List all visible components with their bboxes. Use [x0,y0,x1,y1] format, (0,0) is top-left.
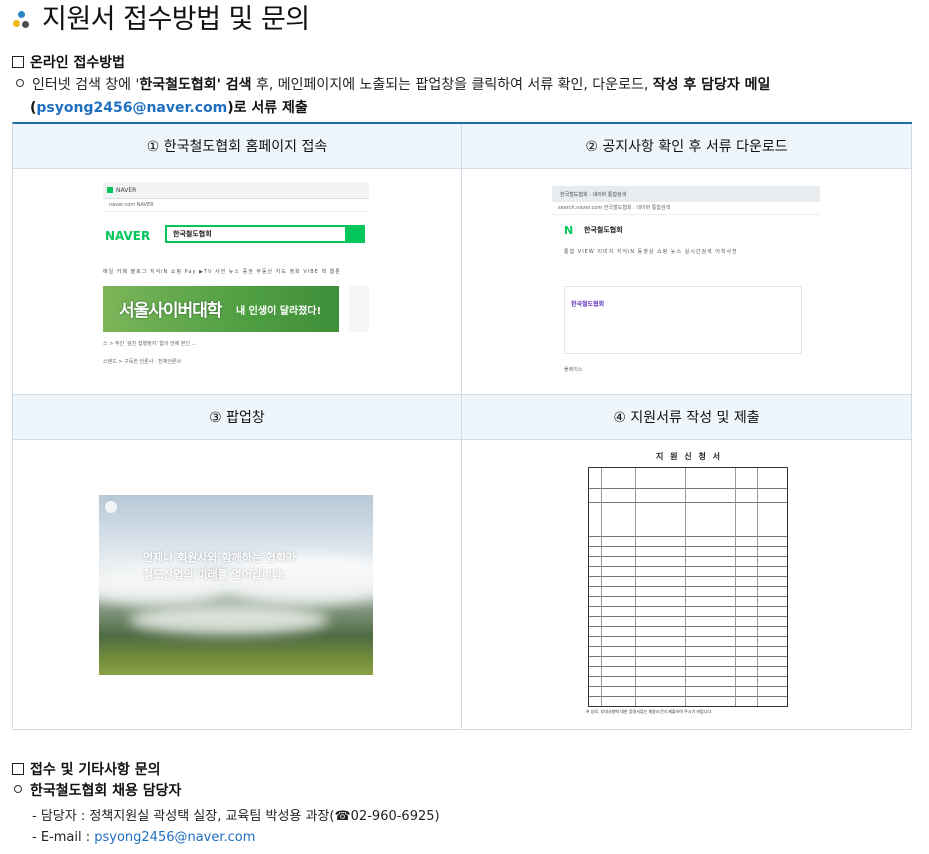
online-heading: 온라인 접수방법 [12,52,125,72]
title-bullet-icon [12,10,32,30]
result-card: 한국철도협회 [564,286,802,354]
search-tabs: 통합 VIEW 이미지 지식iN 동영상 쇼핑 뉴스 실시간검색 어학사전 [564,249,738,255]
step-2-cell: ② 공지사항 확인 후 서류 다운로드 한국철도협회 : 네이버 통합검색 se… [462,124,912,395]
page-title: 지원서 접수방법 및 문의 [42,4,310,35]
ad-banner: 서울사이버대학 내 인생이 달라졌다! [103,286,339,332]
checkbox-square-icon [12,763,24,775]
circle-bullet-icon [14,785,22,793]
naver-logo: NAVER [105,229,151,243]
application-form-image: 지 원 신 청 서 ※ 상로, 부대사항에 대한 증명서류는 채용조건의 제출하… [586,451,792,714]
contact-email-line: - E-mail : psyong2456@naver.com [32,830,256,845]
contact-subheading: 한국철도협회 채용 담당자 [14,780,181,800]
news-stand-line: 스탠드 > 구독한 언론사 · 전체언론사 [103,359,182,365]
page: 지원서 접수방법 및 문의 온라인 접수방법 인터넷 검색 창에 '한국철도협회… [0,0,929,854]
form-note: ※ 상로, 부대사항에 대한 증명서류는 채용조건의 제출하여 주시기 바랍니다… [586,709,713,714]
contact-email-link[interactable]: psyong2456@naver.com [94,830,255,845]
step-4-label: ④ 지원서류 작성 및 제출 [462,395,911,440]
step-3-label: ③ 팝업창 [13,395,461,440]
steps-grid: ① 한국철도협회 홈페이지 접속 NAVER naver.com NAVER N… [12,122,912,730]
side-panel [349,286,369,332]
contact-person: - 담당자 : 정책지원실 곽성택 실장, 교육팀 박성용 과장(☎02-960… [32,809,440,824]
browser-url: naver.com NAVER [103,199,369,212]
circle-bullet-icon [16,79,24,87]
browser-tab: 한국철도협회 : 네이버 통합검색 [552,186,820,202]
form-title: 지 원 신 청 서 [656,452,722,461]
contact-heading: 접수 및 기타사항 문의 [12,759,161,779]
association-logo-icon [105,501,117,513]
step-2-label: ② 공지사항 확인 후 서류 다운로드 [462,124,911,169]
naver-menu: 메일 카페 블로그 지식iN 쇼핑 Pay ▶TV 사전 뉴스 증권 부동산 지… [103,269,341,275]
popup-slogan: 언제나 회원사와 함께하는 협회가 철도산업의 미래를 열어갑니다. [143,551,297,581]
naver-n-logo: N [564,224,574,237]
form-table [588,467,788,707]
online-instruction-line2: (psyong2456@naver.com)로 서류 제출 [30,100,308,116]
naver-search-results-screenshot: 한국철도협회 : 네이버 통합검색 search.naver.com 한국철도협… [552,186,820,376]
step-3-cell: ③ 팝업창 언제나 회원사와 함께하는 협회가 철도산업의 미래를 열어갑니다. [13,395,462,730]
popup-image: 언제나 회원사와 함께하는 협회가 철도산업의 미래를 열어갑니다. [99,495,373,675]
browser-url: search.naver.com 한국철도협회 : 네이버 통합검색 [552,202,820,215]
online-instruction-line1: 인터넷 검색 창에 '한국철도협회' 검색 후, 메인페이지에 노출되는 팝업창… [16,74,770,94]
online-email-link[interactable]: psyong2456@naver.com [36,100,227,116]
search-icon [345,225,363,243]
step-1-label: ① 한국철도협회 홈페이지 접속 [13,124,461,169]
news-line: 스 > 주간 '검진 집행정지' 합의 언제 본인 ... [103,341,197,347]
place-label: 플레이스 [564,367,583,373]
search-query: 한국철도협회 [584,226,623,234]
checkbox-square-icon [12,56,24,68]
browser-tab: NAVER [103,182,369,199]
step-4-cell: ④ 지원서류 작성 및 제출 지 원 신 청 서 ※ 상로, 부대사항에 대한 … [462,395,912,730]
naver-homepage-screenshot: NAVER naver.com NAVER NAVER 한국철도협회 메일 카페… [103,182,369,374]
step-1-cell: ① 한국철도협회 홈페이지 접속 NAVER naver.com NAVER N… [13,124,462,395]
naver-search-box: 한국철도협회 [165,225,365,243]
page-title-row: 지원서 접수방법 및 문의 [12,2,310,38]
